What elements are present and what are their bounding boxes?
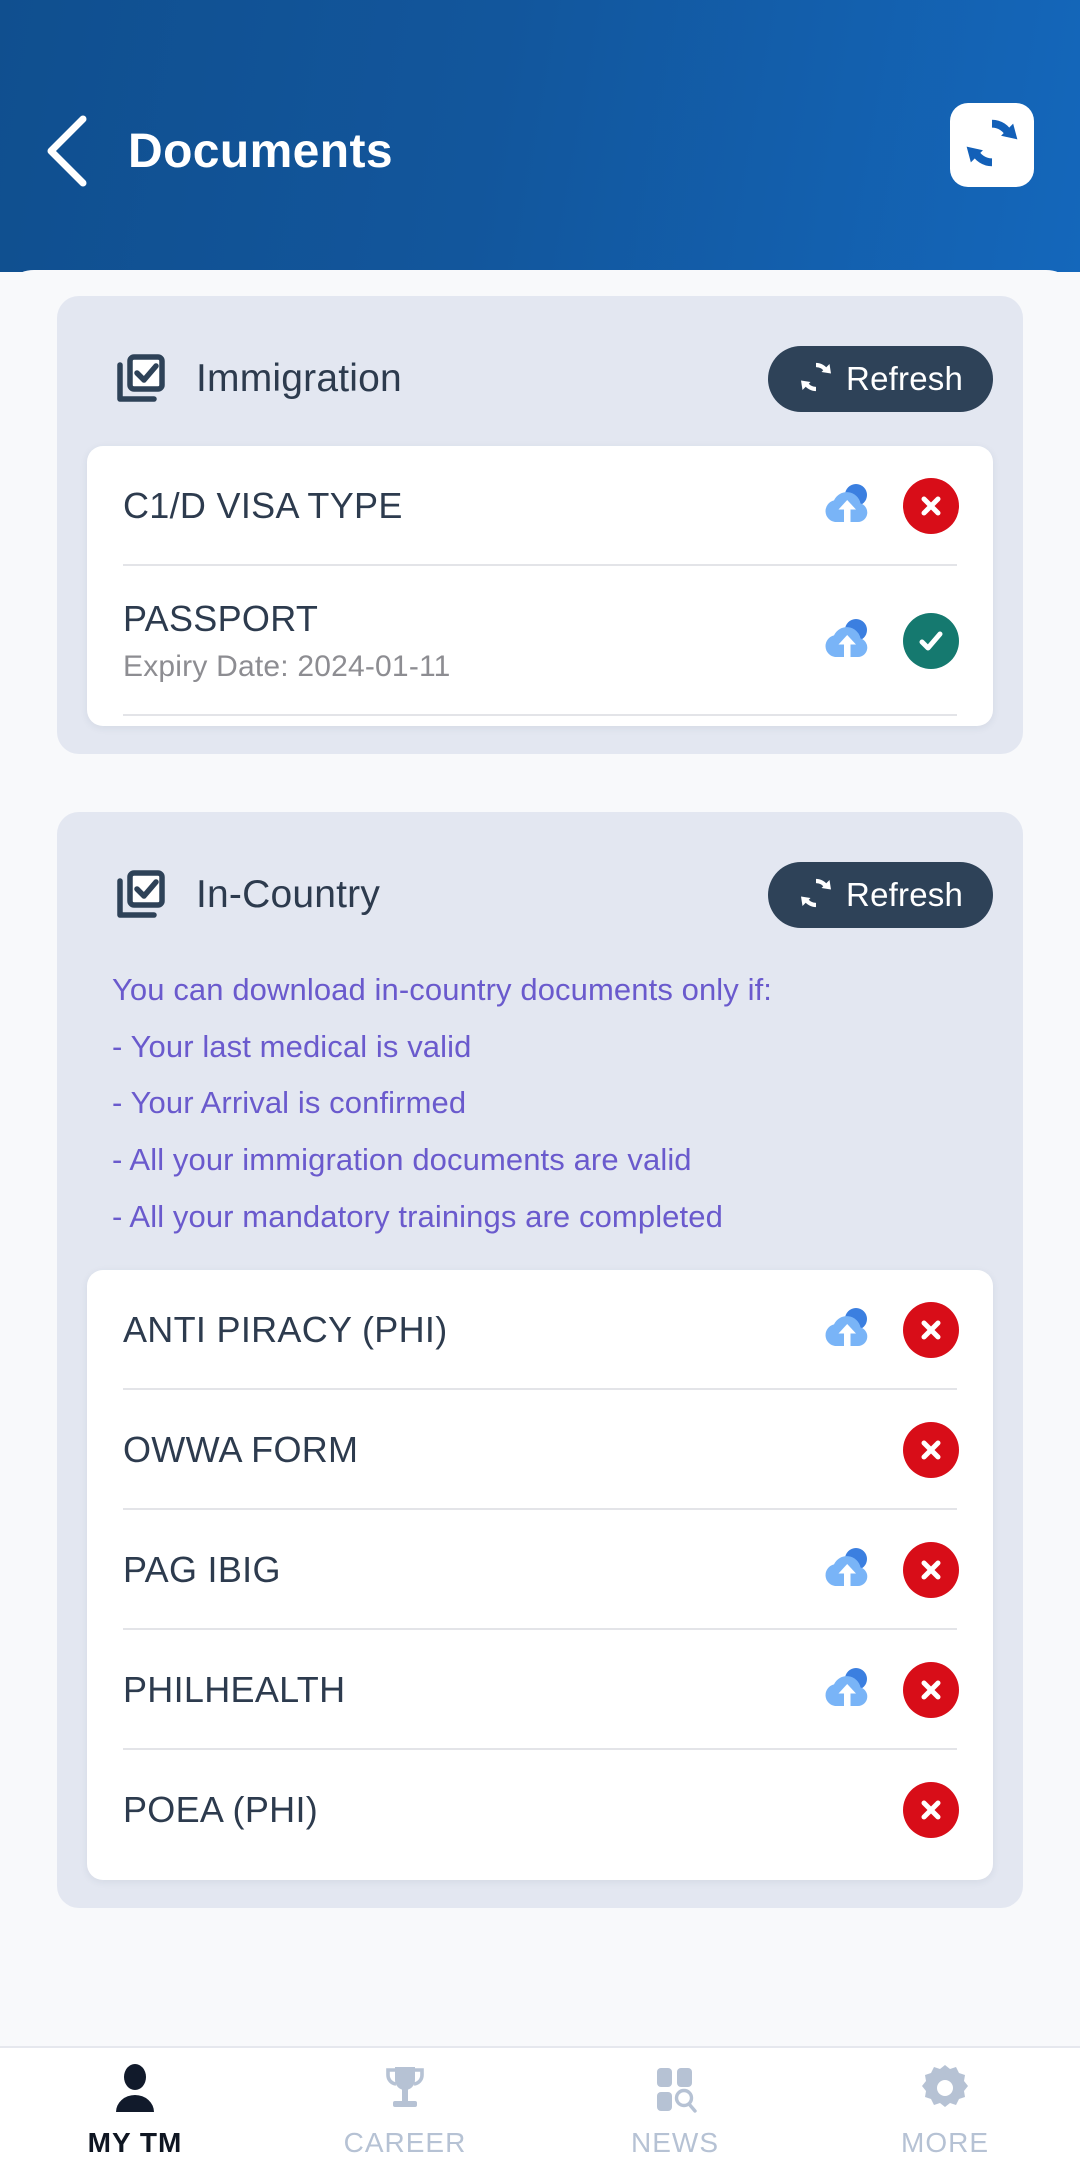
news-grid-search-icon	[649, 2062, 701, 2119]
download-conditions-notice: You can download in-country documents on…	[57, 934, 1023, 1236]
document-title: C1/D VISA TYPE	[123, 485, 403, 526]
documents-check-icon	[112, 351, 168, 407]
section-header: Immigration Refresh	[57, 340, 1023, 418]
section-title: In-Country	[196, 873, 381, 916]
document-subtitle: Expiry Date: 2024-01-11	[123, 650, 451, 683]
table-row[interactable]: PAG IBIG	[87, 1510, 993, 1631]
app-screen: Documents Immigration Refresh C1/D VISA …	[0, 0, 1080, 2173]
document-title: PASSPORT	[123, 598, 319, 639]
refresh-icon	[798, 359, 834, 400]
nav-item-career[interactable]: CAREER	[270, 2048, 540, 2173]
refresh-button-immigration[interactable]: Refresh	[768, 346, 993, 412]
close-circle-icon[interactable]	[903, 478, 959, 534]
notice-line: - Your Arrival is confirmed	[112, 1085, 467, 1121]
document-title: POEA (PHI)	[123, 1789, 319, 1831]
nav-item-my-tm[interactable]: MY TM	[0, 2048, 270, 2173]
refresh-label: Refresh	[846, 876, 963, 913]
nav-label: MY TM	[87, 2127, 183, 2158]
document-info: PASSPORT Expiry Date: 2024-01-11	[123, 598, 799, 684]
table-row[interactable]: ANTI PIRACY (PHI)	[87, 1270, 993, 1391]
cloud-upload-icon[interactable]	[819, 478, 875, 534]
close-circle-icon[interactable]	[903, 1662, 959, 1719]
document-title: ANTI PIRACY (PHI)	[123, 1309, 448, 1351]
row-actions	[799, 1662, 959, 1719]
header-row: Documents	[0, 96, 1080, 206]
close-circle-icon[interactable]	[903, 1422, 959, 1479]
row-actions	[799, 1542, 959, 1599]
table-row[interactable]: PASSPORT Expiry Date: 2024-01-11	[87, 566, 993, 716]
bottom-navigation: MY TM CAREER NEWS MORE	[0, 2046, 1080, 2173]
close-circle-icon[interactable]	[903, 1782, 959, 1839]
document-info: POEA (PHI)	[123, 1789, 883, 1831]
page-title: Documents	[128, 124, 393, 178]
document-info: C1/D VISA TYPE	[123, 485, 799, 527]
notice-line: You can download in-country documents on…	[112, 972, 773, 1007]
table-row[interactable]: OWWA FORM	[87, 1390, 993, 1511]
nav-label: MORE	[901, 2127, 989, 2158]
section-immigration: Immigration Refresh C1/D VISA TYPE PASSP…	[57, 296, 1023, 754]
gear-icon	[919, 2062, 971, 2119]
row-actions	[883, 1422, 959, 1479]
nav-label: CAREER	[343, 2127, 467, 2158]
documents-card-in-country: ANTI PIRACY (PHI) OWWA FORM PAG IBIG PHI…	[87, 1270, 993, 1881]
table-row[interactable]: POEA (PHI)	[87, 1750, 993, 1870]
document-info: PHILHEALTH	[123, 1669, 799, 1711]
refresh-label: Refresh	[846, 360, 963, 397]
cloud-upload-icon[interactable]	[819, 613, 875, 669]
document-title: OWWA FORM	[123, 1429, 359, 1471]
table-row[interactable]: PHILHEALTH	[87, 1630, 993, 1751]
nav-label: NEWS	[631, 2127, 719, 2158]
notice-line: - Your last medical is valid	[112, 1028, 472, 1064]
row-actions	[799, 613, 959, 669]
cloud-upload-icon[interactable]	[819, 1302, 875, 1358]
document-title: PAG IBIG	[123, 1549, 281, 1591]
document-info: OWWA FORM	[123, 1429, 883, 1471]
cloud-upload-icon[interactable]	[819, 1542, 875, 1598]
document-info: ANTI PIRACY (PHI)	[123, 1309, 799, 1351]
row-divider	[123, 714, 957, 716]
app-header: Documents	[0, 0, 1080, 272]
close-circle-icon[interactable]	[903, 1542, 959, 1599]
notice-line: - All your mandatory trainings are compl…	[112, 1198, 723, 1234]
section-header: In-Country Refresh	[57, 856, 1023, 934]
nav-item-more[interactable]: MORE	[810, 2048, 1080, 2173]
cloud-upload-icon[interactable]	[819, 1662, 875, 1718]
document-title: PHILHEALTH	[123, 1669, 346, 1711]
refresh-button-in-country[interactable]: Refresh	[768, 862, 993, 928]
section-in-country: In-Country Refresh You can download in-c…	[57, 812, 1023, 1909]
refresh-icon	[798, 875, 834, 916]
refresh-sync-icon	[963, 114, 1021, 177]
nav-item-news[interactable]: NEWS	[540, 2048, 810, 2173]
row-actions	[799, 478, 959, 534]
row-actions	[883, 1782, 959, 1839]
notice-line: - All your immigration documents are val…	[112, 1142, 692, 1178]
trophy-icon	[379, 2062, 431, 2119]
documents-check-icon	[112, 867, 168, 923]
check-circle-icon[interactable]	[903, 613, 959, 669]
documents-card-immigration: C1/D VISA TYPE PASSPORT Expiry Date: 202…	[87, 446, 993, 726]
chevron-left-icon	[41, 113, 93, 189]
content-sheet: Immigration Refresh C1/D VISA TYPE PASSP…	[0, 270, 1080, 2173]
back-button[interactable]	[22, 106, 112, 196]
row-actions	[799, 1302, 959, 1359]
header-refresh-button[interactable]	[950, 103, 1034, 187]
section-title: Immigration	[196, 357, 402, 400]
document-info: PAG IBIG	[123, 1549, 799, 1591]
table-row[interactable]: C1/D VISA TYPE	[87, 446, 993, 566]
person-icon	[109, 2062, 161, 2119]
close-circle-icon[interactable]	[903, 1302, 959, 1359]
